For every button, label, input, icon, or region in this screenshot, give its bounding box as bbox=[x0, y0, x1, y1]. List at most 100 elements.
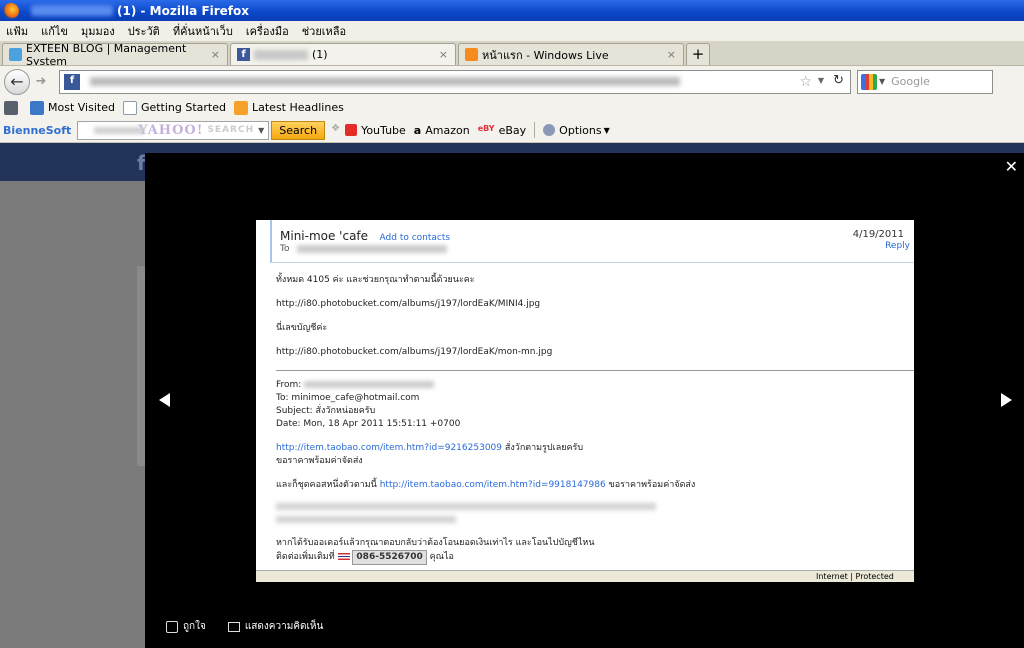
email-text: และก็ชุดคอสหนึ่งตัวตามนี้ bbox=[276, 480, 377, 490]
options-menu[interactable]: Options ▼ bbox=[543, 124, 610, 137]
toolbar-divider bbox=[534, 122, 536, 138]
menu-edit[interactable]: แก้ไข bbox=[41, 22, 68, 40]
bookmark-label: Most Visited bbox=[48, 101, 115, 114]
toolbar-brand[interactable]: BienneSoft bbox=[3, 124, 71, 137]
photo-viewer-overlay: ✕ Mini-moe 'cafe Add to contacts To 4/19… bbox=[145, 153, 1024, 648]
blurred-url bbox=[90, 77, 680, 86]
search-bar[interactable]: ▼ Google bbox=[857, 69, 993, 94]
tab-label: หน้าแรก - Windows Live bbox=[482, 48, 609, 62]
email-to-label: To bbox=[280, 244, 290, 254]
menu-bookmarks[interactable]: ที่คั่นหน้าเว็บ bbox=[173, 22, 233, 40]
yahoo-search-label: SEARCH bbox=[207, 125, 255, 135]
facebook-favicon-icon: f bbox=[64, 73, 80, 90]
url-dropdown-icon[interactable]: ▼ bbox=[818, 76, 824, 85]
menu-tools[interactable]: เครื่องมือ bbox=[246, 22, 289, 40]
tab-close-icon[interactable]: × bbox=[439, 48, 448, 61]
search-engine-dropdown-icon[interactable]: ▼ bbox=[879, 77, 885, 86]
search-placeholder: Google bbox=[891, 75, 930, 88]
email-header: Mini-moe 'cafe Add to contacts To 4/19/2… bbox=[270, 220, 914, 262]
forward-button[interactable]: ➜ bbox=[31, 72, 51, 92]
menu-help[interactable]: ช่วยเหลือ bbox=[302, 22, 346, 40]
email-reply-link: Reply bbox=[885, 241, 910, 251]
most-visited-icon bbox=[30, 100, 44, 115]
email-body: ทั้งหมด 4105 ค่ะ และช่วยกรุณาทำตามนี้ด้ว… bbox=[276, 274, 914, 565]
background-column bbox=[137, 266, 145, 466]
previous-photo-icon[interactable] bbox=[159, 393, 170, 407]
bookmark-label: Latest Headlines bbox=[252, 101, 344, 114]
tab-facebook[interactable]: f (1) × bbox=[230, 43, 456, 65]
tab-close-icon[interactable]: × bbox=[211, 48, 220, 61]
toolbar-grip-icon[interactable]: ❖ bbox=[331, 123, 340, 137]
email-text: ขอราคาพร้อมค่าจัดส่ง bbox=[608, 480, 696, 490]
youtube-link[interactable]: YouTube bbox=[345, 124, 406, 137]
ebay-icon: eBY bbox=[477, 124, 495, 133]
yahoo-search-input[interactable]: YAHOO! SEARCH ▼ bbox=[77, 120, 270, 140]
add-contacts-link: Add to contacts bbox=[379, 233, 451, 243]
url-bar[interactable]: f ☆ ▼ ↻ bbox=[59, 69, 851, 94]
tab-windows-live[interactable]: หน้าแรก - Windows Live × bbox=[458, 43, 684, 65]
taobao-link: http://item.taobao.com/item.htm?id=92162… bbox=[276, 443, 502, 453]
toolbar-item-label: Options bbox=[559, 123, 602, 137]
menu-view[interactable]: มุมมอง bbox=[81, 22, 115, 40]
comment-icon bbox=[227, 621, 240, 632]
amazon-link[interactable]: a Amazon bbox=[413, 124, 470, 138]
google-icon bbox=[861, 73, 877, 90]
amazon-icon: a bbox=[413, 124, 422, 137]
blurred-paragraph bbox=[276, 516, 456, 523]
bookmark-most-visited[interactable]: Most Visited bbox=[30, 100, 115, 115]
reload-icon[interactable]: ↻ bbox=[833, 73, 844, 88]
email-line: นี่เลขบัญชีค่ะ bbox=[276, 323, 328, 333]
email-date-line: Date: Mon, 18 Apr 2011 15:51:11 +0700 bbox=[276, 419, 461, 429]
like-button[interactable]: ถูกใจ bbox=[166, 619, 206, 634]
ie-status-bar: Internet | Protected Mode bbox=[256, 570, 914, 582]
ebay-link[interactable]: eBY eBay bbox=[478, 124, 526, 137]
email-text: หากได้รับออเดอร์แล้วกรุณาตอบกลับว่าต้องโ… bbox=[276, 538, 595, 548]
bookmark-star-icon[interactable]: ☆ bbox=[799, 74, 812, 90]
tab-exteen[interactable]: EXTEEN BLOG | Management System × bbox=[2, 42, 228, 68]
bookmark-toolbox[interactable] bbox=[4, 100, 22, 115]
email-from-label: From: bbox=[276, 380, 302, 390]
email-text: คุณไอ bbox=[429, 552, 454, 562]
blurred-paragraph bbox=[276, 503, 656, 510]
facebook-favicon-icon: f bbox=[237, 48, 250, 61]
blurred-recipient bbox=[297, 245, 448, 253]
email-date: 4/19/2011 bbox=[852, 229, 904, 240]
chevron-down-icon[interactable]: ▼ bbox=[258, 126, 264, 135]
tab-bar: EXTEEN BLOG | Management System × f (1) … bbox=[0, 41, 1024, 68]
email-screenshot-photo: Mini-moe 'cafe Add to contacts To 4/19/2… bbox=[256, 220, 914, 582]
email-subject-line: Subject: สั่งวักหน่อยครับ bbox=[276, 406, 376, 416]
page-icon bbox=[122, 100, 137, 115]
comment-button[interactable]: แสดงความคิดเห็น bbox=[227, 619, 323, 634]
chevron-down-icon: ▼ bbox=[603, 125, 610, 135]
firefox-logo-icon bbox=[3, 2, 19, 19]
close-icon[interactable]: ✕ bbox=[1005, 157, 1018, 176]
menu-file[interactable]: แฟ้ม bbox=[6, 22, 28, 40]
blurred-sender-email bbox=[304, 381, 435, 388]
bookmarks-bar: Most Visited Getting Started Latest Head… bbox=[0, 97, 1024, 118]
blurred-input-text bbox=[94, 126, 145, 134]
email-text: สั่งวักตามรูปเลยครับ bbox=[504, 443, 584, 453]
new-tab-button[interactable]: + bbox=[686, 43, 710, 65]
next-photo-icon[interactable] bbox=[1001, 393, 1012, 407]
menu-history[interactable]: ประวัติ bbox=[128, 22, 160, 40]
back-button[interactable]: ← bbox=[4, 68, 30, 95]
email-header-divider bbox=[270, 262, 914, 263]
security-zone-label: Internet | Protected Mode bbox=[816, 572, 894, 582]
tab-label: (1) bbox=[312, 48, 328, 61]
bookmark-getting-started[interactable]: Getting Started bbox=[122, 100, 226, 115]
email-quote-divider bbox=[276, 370, 914, 371]
yahoo-logo: YAHOO! bbox=[138, 122, 204, 138]
email-url: http://i80.photobucket.com/albums/j197/l… bbox=[276, 299, 541, 309]
thumbs-up-icon bbox=[166, 620, 178, 633]
email-url: http://i80.photobucket.com/albums/j197/l… bbox=[276, 347, 553, 357]
taobao-link: http://item.taobao.com/item.htm?id=99181… bbox=[379, 480, 606, 490]
search-toolbar: BienneSoft YAHOO! SEARCH ▼ Search ❖ YouT… bbox=[0, 118, 1024, 143]
email-line: ทั้งหมด 4105 ค่ะ และช่วยกรุณาทำตามนี้ด้ว… bbox=[276, 275, 475, 285]
email-to-line: To: minimoe_cafe@hotmail.com bbox=[276, 393, 420, 403]
search-button[interactable]: Search bbox=[271, 120, 326, 140]
bookmark-label: Getting Started bbox=[140, 101, 226, 114]
email-sender: Mini-moe 'cafe bbox=[280, 229, 369, 243]
menu-bar: แฟ้ม แก้ไข มุมมอง ประวัติ ที่คั่นหน้าเว็… bbox=[0, 21, 1024, 41]
tab-close-icon[interactable]: × bbox=[667, 48, 676, 61]
bookmark-latest-headlines[interactable]: Latest Headlines bbox=[234, 100, 344, 115]
